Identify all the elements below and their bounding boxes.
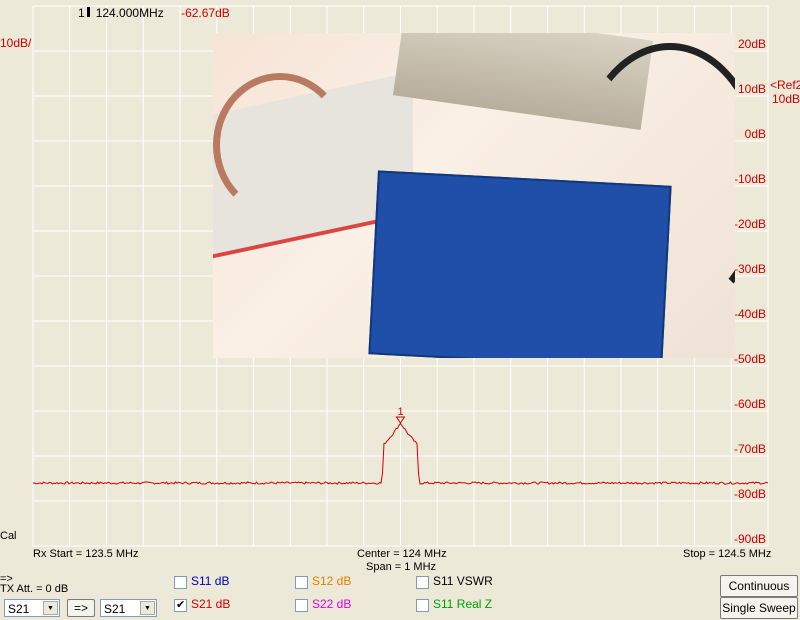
y-tick-label: -10dB [734,172,766,186]
marker-value: -62.67dB [181,6,230,20]
swap-button[interactable]: => [67,599,95,617]
y-tick-label: 20dB [738,37,766,51]
chevron-down-icon[interactable]: ▼ [140,601,155,615]
ref-value: 10dB [772,92,800,106]
trace-label: S11 dB [191,574,230,588]
y-tick-label: -80dB [734,487,766,501]
trace-checkbox[interactable] [174,598,187,612]
y-tick-label: 0dB [745,127,766,141]
overlay-photo [213,33,735,358]
chevron-down-icon[interactable]: ▼ [43,601,58,615]
destination-select[interactable]: S21 ▼ [100,599,157,617]
source-select-value: S21 [8,602,30,616]
span: Span = 1 MHz [366,561,437,573]
y-tick-label: 10dB [738,82,766,96]
trace-checkbox[interactable] [416,576,429,589]
tx-attenuation: TX Att. = 0 dB [0,583,69,595]
start-frequency: Rx Start = 123.5 MHz [33,548,139,560]
stop-frequency: Stop = 124.5 MHz [683,548,772,560]
trace-checkbox[interactable] [295,576,308,589]
trace-label: S11 VSWR [433,574,493,588]
marker-readout: 1 124.000MHz -62.67dB [78,6,230,20]
y-tick-label: -20dB [734,217,766,231]
y-tick-label: -40dB [734,307,766,321]
ref-label: <Ref2 [770,78,800,92]
marker-frequency: 124.000MHz [95,6,164,20]
marker-number-label: 1 [397,406,403,418]
cal-label: Cal [0,530,17,542]
marker-number: 1 [78,6,85,20]
source-select[interactable]: S21 ▼ [4,599,60,617]
y-tick-label: -30dB [734,262,766,276]
trace-checkbox[interactable] [174,576,187,589]
y-tick-label: -90dB [734,532,766,546]
y-tick-label: -70dB [734,442,766,456]
center-frequency: Center = 124 MHz [357,548,447,560]
trace-label: S12 dB [312,574,352,588]
trace-label: S11 Real Z [433,597,493,611]
trace-checkbox[interactable] [416,599,429,612]
trace-label: S22 dB [312,597,352,611]
destination-select-value: S21 [104,602,126,616]
trace-checkbox[interactable] [295,599,308,612]
cable-image [213,73,347,217]
y-tick-label: -50dB [734,352,766,366]
y-tick-label: -60dB [734,397,766,411]
scale-label: 10dB/ [0,36,32,50]
trace-label: S21 dB [191,597,231,611]
single-sweep-button[interactable]: Single Sweep [720,597,798,619]
continuous-button[interactable]: Continuous [720,575,798,597]
